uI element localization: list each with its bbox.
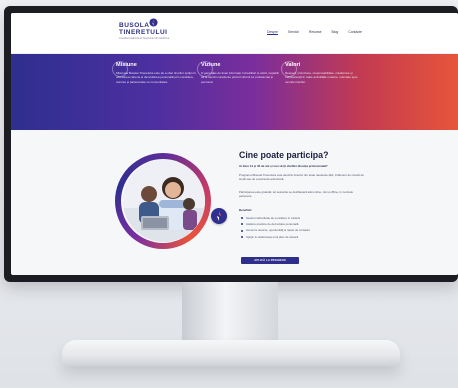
monitor-stand-neck [182,282,278,344]
bullet-icon [241,229,243,232]
column-misiune: Misiune Misiunea Busolei Tineretului est… [112,61,196,84]
section-intro: Ai între 14 și 35 de ani și vrei să îți … [239,164,328,168]
bullet-icon [241,223,243,226]
column-valori: Valori Respect, incluziune, responsabili… [281,61,365,84]
list-item: Acces la resurse, oportunități și rețele… [241,228,363,232]
column-text: Respect, incluziune, responsabilitate, c… [285,71,358,84]
column-text: O generație de tineri informați, încreză… [201,71,279,84]
monitor-bezel: BUSOLA TINERETULUI Consiliul Național al… [4,6,458,282]
section-title: Cine poate participa? [239,150,329,160]
nav-item-resurse[interactable]: Resurse [309,30,322,34]
students-photo [123,160,205,242]
column-title: Viziune [201,62,221,68]
section-paragraph-2: Participarea este gratuită, iar sesiunil… [239,190,354,199]
nav-item-blog[interactable]: Blog [332,30,339,34]
bullet-icon [241,235,243,238]
logo-title-line2: TINERETULUI [119,29,168,36]
section-paragraph-1: Programul Busola Tineretului este deschi… [239,173,364,182]
column-viziune: Viziune O generație de tineri informați,… [197,61,281,84]
bullet-icon [241,217,243,220]
mission-band: Misiune Misiunea Busolei Tineretului est… [11,54,458,130]
column-title: Misiune [116,62,137,68]
nav-item-despre[interactable]: Despre [267,30,278,34]
students-illustration [123,160,205,242]
list-item: Ateliere practice de dezvoltare personal… [241,222,363,226]
nav-item-servicii[interactable]: Servicii [288,30,299,34]
list-item: Sesiuni individuale de consiliere în car… [241,216,363,220]
list-item: Sprijin în elaborarea unui plan de carie… [241,235,363,239]
website-screen: BUSOLA TINERETULUI Consiliul Național al… [11,13,458,275]
site-logo[interactable]: BUSOLA TINERETULUI Consiliul Național al… [119,18,171,40]
benefits-list: Sesiuni individuale de consiliere în car… [241,216,363,241]
main-nav: Despre Servicii Resurse Blog Contacte [267,30,362,34]
apply-button[interactable]: APLICĂ LA PROGRAM [241,257,299,264]
monitor-stand-base [62,340,400,366]
nav-item-contacte[interactable]: Contacte [348,30,362,34]
site-header: BUSOLA TINERETULUI Consiliul Național al… [11,13,458,54]
column-title: Valori [285,62,301,68]
compass-badge-icon [211,208,227,224]
compass-icon [149,18,158,27]
column-text: Misiunea Busolei Tineretului este de a o… [116,71,196,84]
logo-title-line1: BUSOLA [119,22,150,29]
logo-subtitle: Consiliul Național al Tineretului din Mo… [119,37,170,40]
benefits-label: Beneficii: [239,208,253,212]
